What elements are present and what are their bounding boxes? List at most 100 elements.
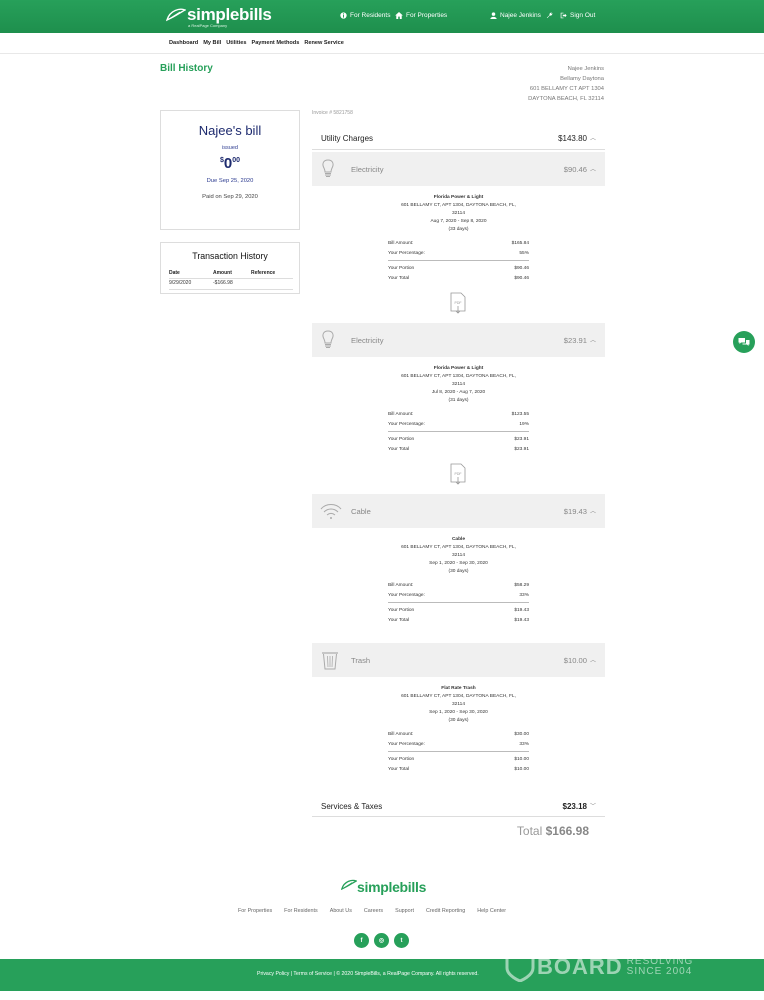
portion-value: $10.00 <box>514 757 529 762</box>
percentage-row: Your Percentage: 33% <box>388 740 529 750</box>
total-value: $23.91 <box>514 447 529 452</box>
segment-label: Cable <box>351 507 371 516</box>
footer-links: For Properties For Residents About Us Ca… <box>238 908 506 914</box>
instagram-icon[interactable]: ◎ <box>374 933 389 948</box>
wrench-icon <box>546 12 553 19</box>
bill-amount-value: $165.84 <box>511 241 529 246</box>
twitter-icon[interactable]: t <box>394 933 409 948</box>
simplebills-logo[interactable]: simplebills a RealPage Company <box>166 5 272 28</box>
chat-button[interactable] <box>733 331 755 353</box>
nav-payment-methods[interactable]: Payment Methods <box>251 40 299 46</box>
provider-name: Flat Rate Trash <box>441 686 476 691</box>
chevron-up-icon: ︿ <box>589 136 596 142</box>
board-watermark: BOARD RESOLVING SINCE 2004 <box>503 952 693 982</box>
footer-link-about-us[interactable]: About Us <box>330 908 352 914</box>
total-label: Your Total <box>388 276 410 281</box>
col-reference: Reference <box>251 270 276 276</box>
legal-links[interactable]: Privacy Policy | Terms of Service | © 20… <box>257 971 479 977</box>
bill-amount-value: $30.00 <box>514 732 529 737</box>
for-properties-link[interactable]: For Properties <box>395 12 447 19</box>
segment-detail-electricity: Florida Power & Light 601 BELLAMY CT, AP… <box>388 194 529 284</box>
pdf-download-icon[interactable]: PDF <box>450 292 466 319</box>
service-address-line2: 32114 <box>452 702 465 707</box>
transaction-history-title: Transaction History <box>192 251 268 261</box>
transaction-history-card: Transaction History Date Amount Referenc… <box>160 242 300 294</box>
segment-amount-value: $19.43 <box>563 507 587 516</box>
services-taxes-toggle[interactable]: Services & Taxes $23.18 ﹀ <box>312 797 605 817</box>
due-date: Due Sep 25, 2020 <box>206 178 254 184</box>
user-menu[interactable]: Najee Jenkins <box>490 12 541 19</box>
leaf-logo-icon <box>166 8 186 22</box>
invoice-number: Invoice # 5821758 <box>312 110 353 116</box>
footer-link-careers[interactable]: Careers <box>364 908 383 914</box>
bill-summary-card: Najee's bill issued $000 Due Sep 25, 202… <box>160 110 300 230</box>
total-label: Your Total <box>388 447 410 452</box>
services-taxes-amount: $23.18 ﹀ <box>563 802 596 811</box>
utility-charges-toggle[interactable]: Utility Charges $143.80 ︿ <box>312 128 605 150</box>
sign-out-link[interactable]: Sign Out <box>560 12 595 19</box>
bill-amount-row: Bill Amount: $30.00 <box>388 730 529 740</box>
utility-charges-label: Utility Charges <box>321 134 374 143</box>
service-address-line1: 601 BELLAMY CT, APT 1304, DAYTONA BEACH,… <box>401 545 516 550</box>
segment-header-electricity[interactable]: Electricity $23.91 ︿ <box>312 323 605 357</box>
percentage-value: 33% <box>519 593 529 598</box>
bill-owner-name: Najee's bill <box>198 123 262 138</box>
for-residents-link[interactable]: For Residents <box>340 12 390 19</box>
settings-link[interactable] <box>546 12 553 19</box>
chat-bubbles-icon <box>738 338 750 346</box>
nav-renew-service[interactable]: Renew Service <box>304 40 344 46</box>
transaction-table: Date Amount Reference 9/29/2020 -$166.98 <box>169 268 293 290</box>
services-taxes-label: Services & Taxes <box>321 802 383 811</box>
percentage-value: 55% <box>519 251 529 256</box>
total-label: Your Total <box>388 618 410 623</box>
detail-divider <box>388 260 529 261</box>
segment-header-electricity[interactable]: Electricity $90.46 ︿ <box>312 152 605 186</box>
watermark-board: BOARD <box>537 954 623 979</box>
resident-address: Najee Jenkins Bellamy Daytona 601 BELLAM… <box>528 64 604 104</box>
billing-period: Aug 7, 2020 - Sep 8, 2020 <box>430 219 487 224</box>
service-address-line1: 601 BELLAMY CT, APT 1304, DAYTONA BEACH,… <box>401 203 516 208</box>
nav-dashboard[interactable]: Dashboard <box>169 40 198 46</box>
leaf-logo-icon <box>341 879 357 891</box>
service-address-line1: 601 BELLAMY CT, APT 1304, DAYTONA BEACH,… <box>401 374 516 379</box>
segment-amount-value: $90.46 <box>563 165 587 174</box>
address-name: Najee Jenkins <box>567 66 604 72</box>
tx-amount: -$166.98 <box>213 280 233 286</box>
logo-wordmark: simplebills <box>187 5 272 24</box>
percentage-label: Your Percentage: <box>388 422 425 427</box>
billing-period: Jul 8, 2020 - Aug 7, 2020 <box>431 390 486 395</box>
portion-row: Your Portion $23.91 <box>388 435 529 445</box>
social-links: f ◎ t <box>354 933 409 948</box>
footer-link-credit-reporting[interactable]: Credit Reporting <box>426 908 465 914</box>
segment-header-cable[interactable]: Cable $19.43 ︿ <box>312 494 605 528</box>
watermark-since: SINCE 2004 <box>626 966 693 977</box>
home-icon <box>395 12 403 19</box>
pdf-label: PDF <box>455 472 462 476</box>
subnav-divider <box>0 53 764 54</box>
segment-amount-value: $23.91 <box>563 336 587 345</box>
col-amount: Amount <box>213 270 232 276</box>
segment-header-trash[interactable]: Trash $10.00 ︿ <box>312 643 605 677</box>
footer-link-for-properties[interactable]: For Properties <box>238 908 272 914</box>
percentage-value: 33% <box>519 742 529 747</box>
page-title: Bill History <box>160 63 213 74</box>
billing-period: Sep 1, 2020 - Sep 30, 2020 <box>429 561 488 566</box>
segment-detail-trash: Flat Rate Trash 601 BELLAMY CT, APT 1304… <box>388 685 529 775</box>
portion-label: Your Portion <box>388 266 415 271</box>
nav-my-bill[interactable]: My Bill <box>203 40 221 46</box>
footer-logo[interactable]: simplebills <box>341 879 426 895</box>
footer-link-support[interactable]: Support <box>395 908 414 914</box>
facebook-icon[interactable]: f <box>354 933 369 948</box>
footer-link-help-center[interactable]: Help Center <box>477 908 506 914</box>
lightbulb-icon <box>320 330 336 355</box>
total-value: $19.43 <box>514 618 529 623</box>
billing-days: (30 days) <box>448 569 469 574</box>
segment-amount: $19.43 ︿ <box>564 507 596 516</box>
nav-utilities[interactable]: Utilities <box>226 40 246 46</box>
chevron-up-icon: ︿ <box>589 338 596 344</box>
pdf-download-icon[interactable]: PDF <box>450 463 466 490</box>
footer-link-for-residents[interactable]: For Residents <box>284 908 318 914</box>
percentage-row: Your Percentage: 19% <box>388 420 529 430</box>
wifi-icon <box>320 501 342 526</box>
provider-name: Cable <box>451 537 466 542</box>
